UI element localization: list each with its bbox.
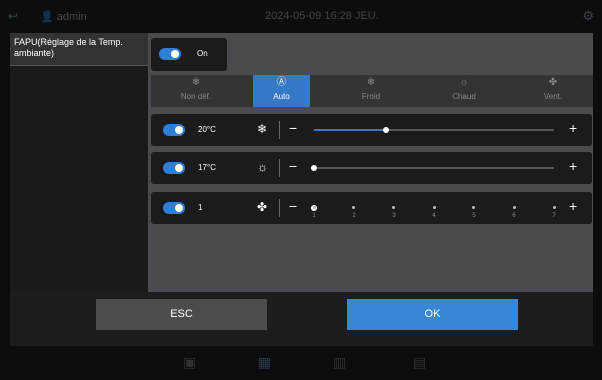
mode-label: Auto bbox=[273, 92, 290, 101]
cool-decrease-button[interactable]: − bbox=[289, 120, 297, 136]
snow-sun-icon: ❄ bbox=[191, 77, 201, 88]
power-control: On bbox=[151, 38, 227, 71]
user-label: 👤 admin bbox=[40, 11, 87, 23]
sun-icon: ☼ bbox=[459, 77, 469, 88]
fan-increase-button[interactable]: + bbox=[569, 198, 577, 214]
mode-froid[interactable]: ❄ Froid bbox=[331, 75, 411, 107]
divider bbox=[279, 121, 280, 139]
mode-label: Vent. bbox=[543, 92, 563, 101]
fan-icon: ✤ bbox=[257, 200, 268, 214]
dialog-title-cell: FAPU(Réglage de la Temp. ambiante) bbox=[10, 33, 148, 66]
ok-button[interactable]: OK bbox=[347, 299, 518, 330]
heat-toggle[interactable] bbox=[163, 162, 185, 174]
cool-toggle[interactable] bbox=[163, 124, 185, 136]
gear-icon: ⚙ bbox=[582, 8, 594, 23]
mode-selector: ❄ Non déf. Ⓐ Auto ❄ Froid ☼ Chaud ✤ Vent… bbox=[151, 75, 593, 107]
fan-icon: ✤ bbox=[548, 77, 558, 88]
heat-setpoint-row: 17°C ☼ − + bbox=[151, 152, 592, 184]
slider-tick bbox=[472, 206, 476, 209]
mode-label: Chaud bbox=[452, 92, 476, 101]
slider-tick-label: 3 bbox=[392, 213, 396, 219]
slider-tick bbox=[512, 206, 516, 209]
slider-tick-label: 1 bbox=[312, 213, 316, 219]
heat-slider[interactable] bbox=[311, 165, 554, 171]
snowflake-icon: ❄ bbox=[366, 77, 376, 88]
slider-tick-label: 2 bbox=[352, 213, 356, 219]
cool-slider[interactable] bbox=[314, 127, 554, 133]
slider-knob[interactable] bbox=[383, 127, 389, 133]
background-bottombar: ▣ ▦ ▥ ▤ bbox=[0, 345, 602, 380]
fan-value: 1 bbox=[198, 203, 203, 212]
slider-tick bbox=[312, 206, 316, 209]
cube-icon: ▣ bbox=[183, 354, 197, 370]
snowflake-icon: ❄ bbox=[257, 122, 268, 136]
slider-tick bbox=[552, 206, 556, 209]
mode-label: Non déf. bbox=[180, 92, 212, 101]
slider-tick-label: 4 bbox=[432, 213, 436, 219]
mode-non-def[interactable]: ❄ Non déf. bbox=[151, 75, 241, 107]
left-panel bbox=[10, 66, 148, 292]
slider-knob[interactable] bbox=[311, 165, 317, 171]
heat-increase-button[interactable]: + bbox=[569, 158, 577, 174]
slider-tick bbox=[392, 206, 396, 209]
background-topbar: ↩ 👤 admin 2024-05-09 16:28 JEU. ⚙ bbox=[0, 0, 602, 34]
document-icon: ▤ bbox=[413, 354, 427, 370]
mode-vent[interactable]: ✤ Vent. bbox=[513, 75, 593, 107]
sun-icon: ☼ bbox=[257, 160, 268, 174]
heat-decrease-button[interactable]: − bbox=[289, 158, 297, 174]
cool-increase-button[interactable]: + bbox=[569, 120, 577, 136]
esc-button[interactable]: ESC bbox=[96, 299, 267, 330]
heat-value: 17°C bbox=[198, 163, 216, 172]
slider-fill bbox=[314, 129, 386, 131]
cool-value: 20°C bbox=[198, 125, 216, 134]
username: admin bbox=[56, 11, 87, 23]
mode-chaud[interactable]: ☼ Chaud bbox=[424, 75, 504, 107]
datetime-label: 2024-05-09 16:28 JEU. bbox=[265, 10, 379, 22]
divider bbox=[279, 199, 280, 217]
power-toggle[interactable] bbox=[159, 48, 181, 60]
mode-label: Froid bbox=[361, 92, 381, 101]
slider-tick bbox=[432, 206, 436, 209]
list-icon: ▦ bbox=[258, 354, 272, 370]
cool-setpoint-row: 20°C ❄ − + bbox=[151, 114, 592, 146]
fan-slider[interactable]: 1 2 3 4 5 6 7 bbox=[311, 205, 556, 219]
slider-tick bbox=[352, 206, 356, 209]
divider bbox=[279, 159, 280, 177]
mode-auto[interactable]: Ⓐ Auto bbox=[253, 75, 310, 107]
power-label: On bbox=[197, 49, 208, 58]
fan-decrease-button[interactable]: − bbox=[289, 198, 297, 214]
back-icon: ↩ bbox=[8, 9, 19, 23]
fan-speed-row: 1 ✤ − 1 2 3 4 5 6 7 + bbox=[151, 192, 592, 224]
slider-tick-label: 7 bbox=[552, 213, 556, 219]
calendar-icon: ▥ bbox=[333, 354, 347, 370]
auto-icon: Ⓐ bbox=[276, 77, 287, 88]
dialog-title: FAPU(Réglage de la Temp. ambiante) bbox=[14, 37, 123, 58]
fan-toggle[interactable] bbox=[163, 202, 185, 214]
slider-tick-label: 5 bbox=[472, 213, 476, 219]
slider-tick-label: 6 bbox=[512, 213, 516, 219]
